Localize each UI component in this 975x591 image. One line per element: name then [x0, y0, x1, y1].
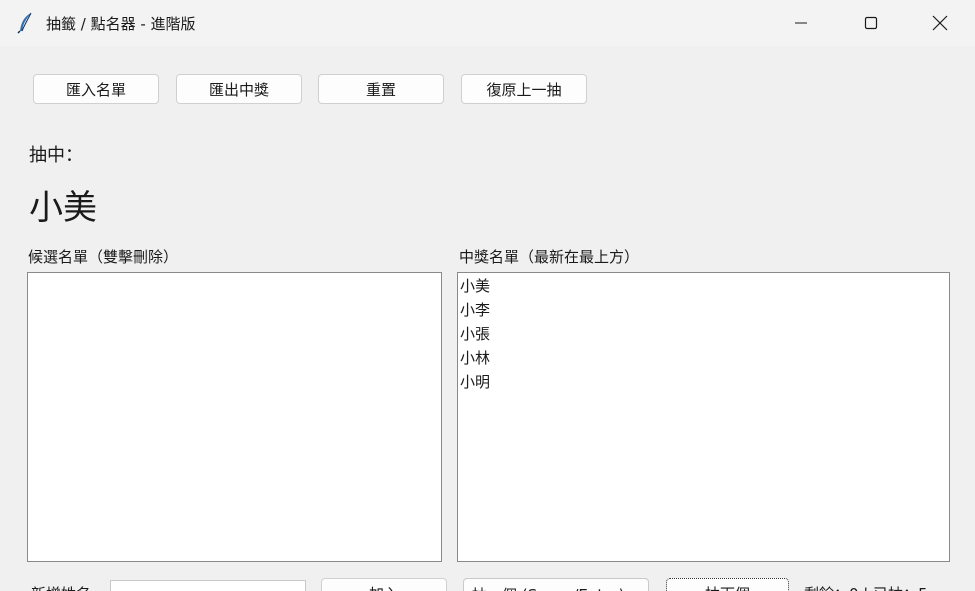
- reset-button[interactable]: 重置: [318, 74, 444, 104]
- bottom-controls: 新增姓名 加入 抽一個 (Space/Enter) 抽下個 剩餘：0 | 已抽：…: [0, 578, 975, 591]
- winner-list-label: 中獎名單（最新在最上方）: [459, 248, 640, 266]
- new-name-input[interactable]: [110, 580, 306, 591]
- close-button[interactable]: [905, 0, 975, 46]
- feather-icon: [17, 12, 32, 34]
- new-name-label: 新增姓名: [31, 583, 91, 591]
- export-winners-button[interactable]: 匯出中獎: [176, 74, 302, 104]
- candidate-listbox[interactable]: [27, 272, 442, 562]
- status-text: 剩餘：0 | 已抽：5: [804, 583, 928, 591]
- title-bar: 抽籤 / 點名器 - 進階版: [0, 0, 975, 46]
- add-button[interactable]: 加入: [321, 578, 447, 591]
- list-item[interactable]: 小林: [460, 346, 949, 370]
- window-title: 抽籤 / 點名器 - 進階版: [46, 15, 196, 33]
- import-list-button[interactable]: 匯入名單: [33, 74, 159, 104]
- undo-last-draw-button[interactable]: 復原上一抽: [461, 74, 587, 104]
- minimize-icon: [795, 22, 807, 24]
- list-item[interactable]: 小美: [460, 274, 949, 298]
- draw-next-button[interactable]: 抽下個: [666, 578, 789, 591]
- candidate-list-label: 候選名單（雙擊刪除）: [28, 248, 179, 266]
- close-icon: [932, 15, 948, 31]
- list-item[interactable]: 小李: [460, 298, 949, 322]
- draw-mode-select[interactable]: 抽一個 (Space/Enter): [463, 578, 649, 591]
- drawn-name: 小美: [29, 188, 97, 228]
- minimize-button[interactable]: [766, 0, 836, 46]
- maximize-button[interactable]: [836, 0, 906, 46]
- maximize-icon: [864, 16, 878, 30]
- list-item[interactable]: 小明: [460, 370, 949, 394]
- winner-listbox[interactable]: 小美 小李 小張 小林 小明: [457, 272, 950, 562]
- drawn-label: 抽中：: [29, 145, 83, 166]
- list-item[interactable]: 小張: [460, 322, 949, 346]
